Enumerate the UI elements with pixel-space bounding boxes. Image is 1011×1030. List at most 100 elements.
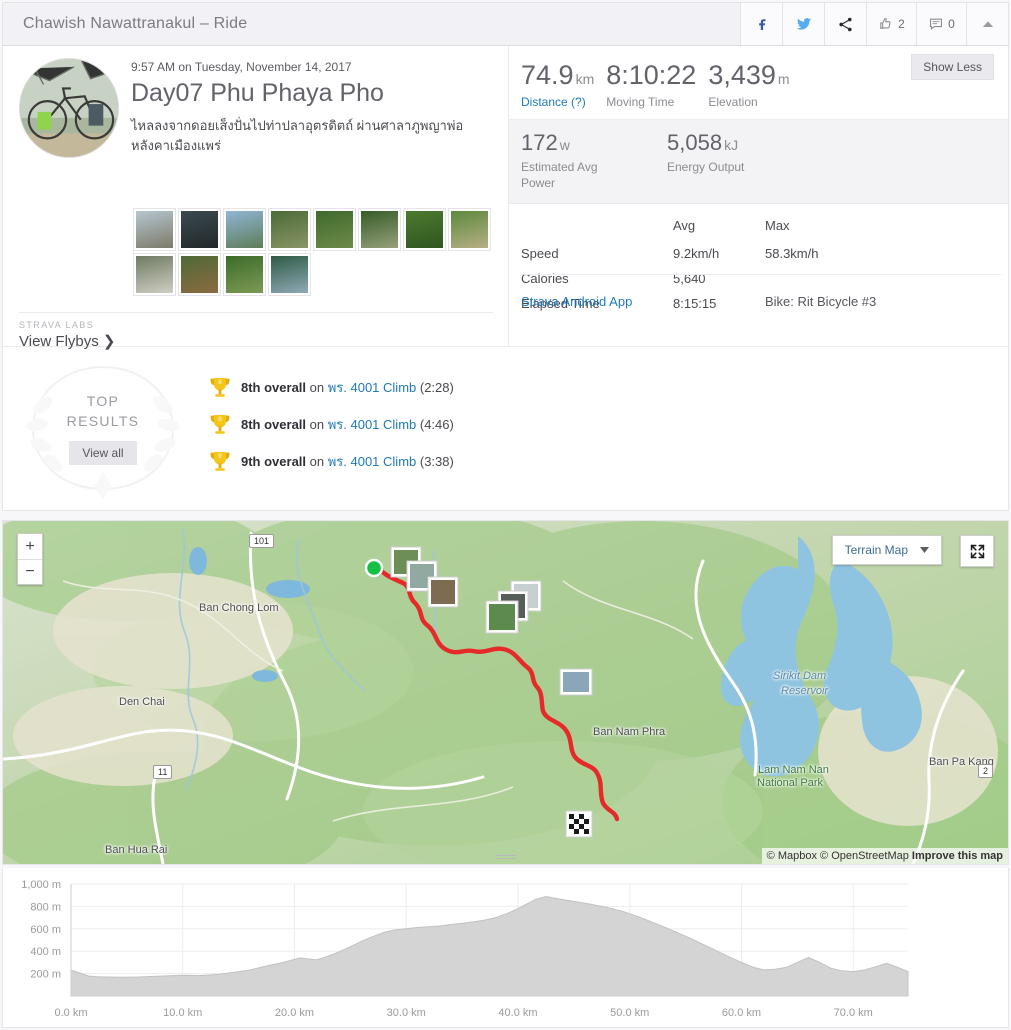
photo-thumbnail[interactable] — [223, 208, 266, 251]
trophy-icon: 9 — [209, 450, 231, 474]
photo-thumbnail[interactable] — [358, 208, 401, 251]
chart-x-tick-label: 10.0 km — [163, 1007, 202, 1019]
map-resize-grip[interactable] — [494, 855, 517, 861]
fullscreen-icon — [970, 544, 984, 558]
photo-thumbnail[interactable] — [268, 253, 311, 296]
map-route-shield: 101 — [249, 534, 275, 548]
secondary-stat-unit: kJ — [724, 137, 739, 153]
photo-thumbnail[interactable] — [313, 208, 356, 251]
chart-y-tick-label: 1,000 m — [21, 879, 61, 891]
secondary-stat: 172 w Estimated Avg Power — [521, 132, 667, 191]
attribution-mapbox[interactable]: © Mapbox — [767, 850, 817, 862]
achievement-time: (2:28) — [419, 380, 454, 395]
chart-y-tick-label: 600 m — [30, 924, 61, 936]
activity-summary-panel: 9:57 AM on Tuesday, November 14, 2017 Da… — [3, 46, 509, 350]
primary-stat-unit: m — [777, 71, 790, 87]
photo-thumbnail[interactable] — [403, 208, 446, 251]
map-zoom-in-button[interactable]: + — [18, 534, 42, 559]
activity-header: Chawish Nawattranakul – Ride 2 0 — [2, 2, 1009, 46]
achievement-time: (4:46) — [419, 417, 454, 432]
comment-count: 0 — [948, 17, 955, 31]
primary-stat-label: Moving Time — [606, 95, 675, 109]
map-attribution: © Mapbox © OpenStreetMap Improve this ma… — [761, 848, 1008, 864]
chart-x-tick-label: 0.0 km — [54, 1007, 87, 1019]
chevron-down-icon — [920, 547, 929, 553]
source-row: Strava Android App Bike: Rit Bicycle #3 — [521, 294, 991, 309]
photo-thumbnail[interactable] — [448, 208, 491, 251]
chart-x-axis-labels: 0.0 km 10.0 km 20.0 km 30.0 km 40.0 km 50.0 k… — [54, 1007, 872, 1019]
attribution-improve-link[interactable]: Improve this map — [912, 850, 1003, 862]
achievement-item: 8 8th overall on พร. 4001 Climb (4:46) — [203, 406, 1008, 443]
chart-x-tick-label: 50.0 km — [610, 1007, 649, 1019]
avatar[interactable] — [19, 58, 119, 158]
primary-stat-value: 8:10:22 — [606, 60, 697, 90]
achievement-segment-link[interactable]: พร. 4001 Climb — [328, 454, 417, 469]
photo-thumbnail[interactable] — [223, 253, 266, 296]
route-map[interactable]: + − Terrain Map Ban Chong Lom Den Chai Ban… — [2, 520, 1009, 865]
map-zoom-out-button[interactable]: − — [18, 559, 42, 584]
share-button[interactable] — [824, 3, 866, 45]
top-results-kicker-line2: RESULTS — [66, 413, 140, 429]
stats-row-value: 9.2km/h — [673, 246, 720, 262]
chart-y-axis-labels: 200 m 400 m 600 m 800 m 1,000 m — [21, 879, 61, 981]
chart-y-tick-label: 800 m — [30, 901, 61, 913]
right-divider — [521, 274, 1001, 275]
chart-x-tick-label: 60.0 km — [722, 1007, 761, 1019]
achievement-text: 9th overall on พร. 4001 Climb (3:38) — [241, 454, 454, 469]
activity-date: 9:57 AM on Tuesday, November 14, 2017 — [131, 60, 352, 74]
primary-stat-value: 3,439 m — [708, 60, 790, 90]
attribution-osm[interactable]: © OpenStreetMap — [820, 850, 909, 862]
strava-activity-page: Chawish Nawattranakul – Ride 2 0 9:57 AM… — [0, 0, 1011, 1030]
photo-thumbnail[interactable] — [178, 208, 221, 251]
activity-meta: 9:57 AM on Tuesday, November 14, 2017 Da… — [131, 60, 494, 156]
svg-text:8: 8 — [218, 379, 222, 386]
map-route-shield: 2 — [978, 764, 994, 778]
primary-stat-label: Elevation — [708, 95, 758, 109]
table-row: Calories 5,640 — [521, 266, 941, 291]
stats-row-value: 5,640 — [673, 271, 706, 287]
show-less-button[interactable]: Show Less — [911, 54, 994, 80]
map-layer-label: Terrain Map — [844, 543, 908, 557]
achievement-segment-link[interactable]: พร. 4001 Climb — [328, 380, 417, 395]
photo-thumbnail[interactable] — [133, 253, 176, 296]
photo-thumbnail[interactable] — [178, 253, 221, 296]
collapse-button[interactable] — [966, 3, 1008, 45]
chart-x-tick-label: 30.0 km — [387, 1007, 426, 1019]
comment-button[interactable]: 0 — [916, 3, 966, 45]
photo-thumbnail-strip[interactable] — [133, 208, 494, 296]
elevation-chart[interactable]: 200 m 400 m 600 m 800 m 1,000 m 0.0 km 10.0 k… — [2, 868, 1009, 1028]
facebook-share-button[interactable] — [740, 3, 782, 45]
photo-thumbnail[interactable] — [133, 208, 176, 251]
source-app-link[interactable]: Strava Android App — [521, 294, 765, 309]
trophy-icon: 8 — [209, 376, 231, 400]
secondary-stat: 5,058 kJ Energy Output — [667, 132, 804, 191]
map-route-shield: 11 — [153, 765, 173, 779]
primary-stat: 3,439 m Elevation — [708, 60, 801, 110]
achievement-segment-link[interactable]: พร. 4001 Climb — [328, 417, 417, 432]
share-icon — [839, 17, 852, 31]
activity-stats-panel: 74.9 km Distance (?) 8:10:22 Moving Time 3,43… — [509, 46, 1008, 346]
trophy-icon: 8 — [209, 413, 231, 437]
map-fullscreen-button[interactable] — [960, 535, 994, 567]
achievement-time: (3:38) — [419, 454, 454, 469]
kudos-count: 2 — [898, 17, 905, 31]
elevation-area-series — [70, 895, 909, 997]
primary-stat: 74.9 km Distance (?) — [521, 62, 606, 110]
map-layer-select[interactable]: Terrain Map — [831, 535, 942, 565]
secondary-stat-value: 5,058 kJ — [667, 130, 739, 155]
activity-name[interactable]: Day07 Phu Phaya Pho — [131, 78, 494, 108]
route-start-marker — [364, 558, 384, 578]
twitter-share-button[interactable] — [782, 3, 824, 45]
primary-stat-label[interactable]: Distance (?) — [521, 95, 594, 109]
stats-row-value: 58.3km/h — [765, 246, 819, 262]
photo-thumbnail[interactable] — [268, 208, 311, 251]
svg-text:8: 8 — [218, 416, 222, 423]
chart-x-tick-label: 70.0 km — [834, 1007, 873, 1019]
map-zoom-controls[interactable]: + − — [17, 533, 43, 585]
table-row: Speed 9.2km/h 58.3km/h — [521, 241, 941, 266]
primary-stat: 8:10:22 Moving Time — [606, 60, 708, 110]
twitter-icon — [796, 18, 811, 30]
kudos-button[interactable]: 2 — [866, 3, 916, 45]
thumbs-up-icon — [880, 17, 891, 29]
view-all-button[interactable]: View all — [69, 441, 137, 466]
